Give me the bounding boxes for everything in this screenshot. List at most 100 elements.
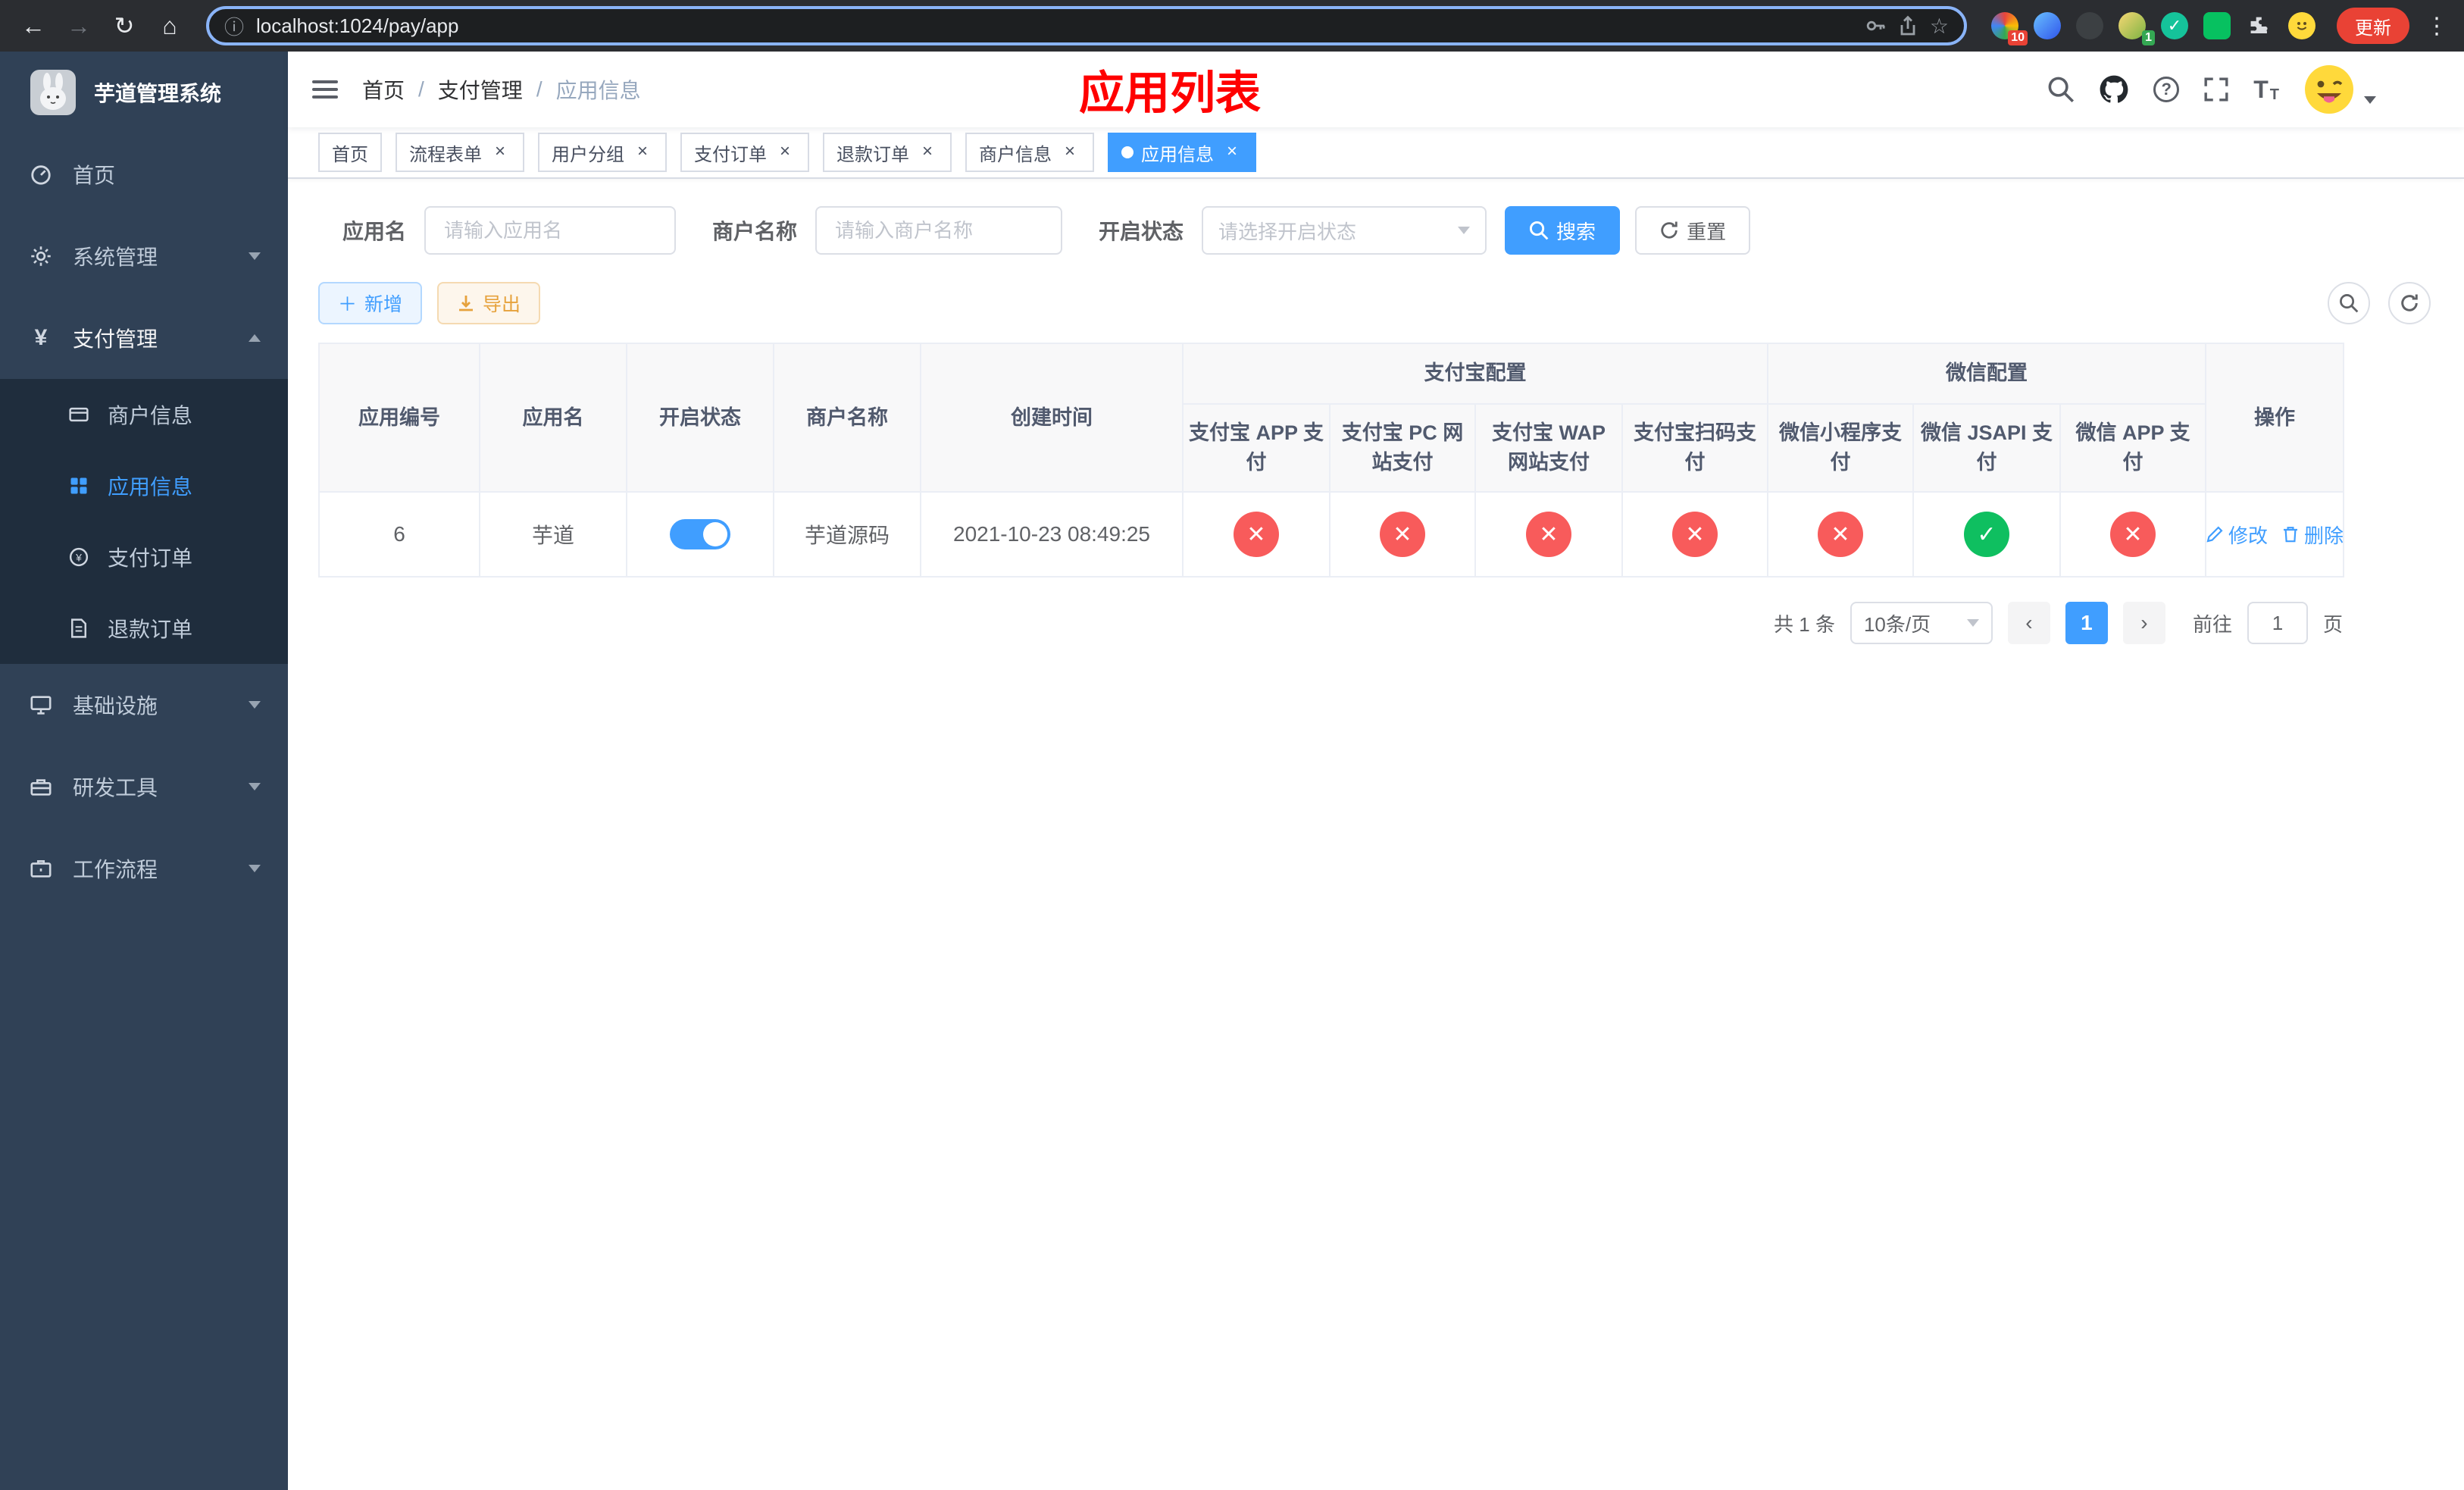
add-button[interactable]: ＋ 新增: [318, 282, 423, 324]
extension-icon-6[interactable]: [2203, 12, 2231, 39]
alipay-wap-status-icon: ✕: [1526, 512, 1571, 558]
breadcrumb-current: 应用信息: [555, 79, 641, 102]
chevron-down-icon: [249, 701, 261, 709]
sidebar: 芋道管理系统 首页 系统管理 ¥ 支付管理 商户信息 应用信息 ¥ 支付订单 退…: [0, 52, 288, 1490]
sidebar-item-payment-orders[interactable]: ¥ 支付订单: [0, 521, 288, 593]
page-unit-label: 页: [2322, 612, 2343, 636]
sidebar-item-payment[interactable]: ¥ 支付管理: [0, 297, 288, 379]
sidebar-item-home[interactable]: 首页: [0, 133, 288, 215]
app-enabled-toggle[interactable]: [670, 519, 730, 550]
close-icon[interactable]: ×: [1059, 142, 1080, 163]
search-icon: [2340, 294, 2359, 313]
merchant-name-input[interactable]: [815, 206, 1063, 255]
sidebar-menu: 首页 系统管理 ¥ 支付管理 商户信息 应用信息 ¥ 支付订单 退款订单 基础设…: [0, 133, 288, 909]
emoji-extension-icon[interactable]: [2288, 12, 2315, 39]
site-info-icon[interactable]: ⓘ: [224, 12, 244, 40]
sidebar-item-app-info[interactable]: 应用信息: [0, 450, 288, 521]
user-avatar[interactable]: [2303, 64, 2376, 115]
address-bar[interactable]: ⓘ localhost:1024/pay/app ☆: [206, 6, 1967, 45]
extension-icon-4[interactable]: 1: [2118, 12, 2155, 45]
app-logo-row[interactable]: 芋道管理系统: [0, 52, 288, 133]
extension-icon-3[interactable]: [2076, 12, 2103, 39]
coin-yen-icon: ¥: [67, 546, 91, 568]
col-app-name: 应用名: [479, 342, 627, 493]
delete-link[interactable]: 删除: [2281, 521, 2344, 549]
goto-page-input[interactable]: [2247, 602, 2308, 645]
col-alipay-pc: 支付宝 PC 网站支付: [1329, 402, 1476, 493]
sidebar-item-refund-orders[interactable]: 退款订单: [0, 593, 288, 664]
tab-user-group[interactable]: 用户分组 ×: [538, 133, 667, 172]
password-key-icon[interactable]: [1865, 15, 1886, 36]
fullscreen-icon[interactable]: [2203, 77, 2229, 102]
close-icon[interactable]: ×: [632, 142, 653, 163]
sidebar-item-dev-tools[interactable]: 研发工具: [0, 746, 288, 828]
page-size-select[interactable]: 10条/页: [1850, 602, 1993, 645]
col-alipay-wap: 支付宝 WAP 网站支付: [1474, 402, 1623, 493]
sidebar-item-infrastructure[interactable]: 基础设施: [0, 664, 288, 746]
status-select[interactable]: 请选择开启状态: [1202, 206, 1487, 255]
tab-app-info[interactable]: 应用信息 ×: [1108, 133, 1256, 172]
briefcase-icon: [27, 857, 55, 880]
toggle-search-button[interactable]: [2328, 282, 2370, 324]
forward-icon[interactable]: →: [58, 5, 100, 47]
close-icon[interactable]: ×: [1221, 142, 1243, 163]
refresh-icon: [2401, 294, 2418, 311]
alipay-app-status-icon: ✕: [1234, 512, 1279, 558]
chevron-up-icon: [249, 334, 261, 342]
reload-icon[interactable]: ↻: [103, 5, 145, 47]
tab-payment-orders[interactable]: 支付订单 ×: [680, 133, 809, 172]
extension-icon-2[interactable]: [2034, 12, 2061, 39]
help-icon[interactable]: ?: [2153, 77, 2180, 102]
trash-icon: [2284, 527, 2297, 543]
merchant-name-label: 商户名称: [712, 220, 798, 243]
app-logo: [30, 70, 76, 115]
browser-menu-icon[interactable]: ⋮: [2422, 13, 2452, 39]
breadcrumb-home[interactable]: 首页: [362, 74, 405, 105]
download-icon: [459, 296, 474, 311]
font-size-icon[interactable]: TT: [2253, 76, 2279, 104]
breadcrumb-payment[interactable]: 支付管理: [438, 74, 523, 105]
extension-icon-5[interactable]: ✓: [2161, 12, 2188, 39]
sidebar-item-label: 系统管理: [73, 246, 158, 269]
share-icon[interactable]: [1898, 15, 1918, 36]
home-icon[interactable]: ⌂: [149, 5, 191, 47]
edit-link[interactable]: 修改: [2206, 521, 2268, 549]
col-wechat-app: 微信 APP 支付: [2059, 402, 2206, 493]
close-icon[interactable]: ×: [489, 142, 511, 163]
extension-icon-1[interactable]: 10: [1991, 12, 2028, 45]
col-created: 创建时间: [920, 342, 1184, 493]
search-icon[interactable]: [2047, 76, 2075, 103]
next-page-button[interactable]: ›: [2122, 602, 2165, 645]
export-button[interactable]: 导出: [437, 282, 541, 324]
tab-home[interactable]: 首页: [318, 133, 382, 172]
col-merchant: 商户名称: [773, 342, 921, 493]
refresh-table-button[interactable]: [2388, 282, 2431, 324]
sidebar-item-merchant-info[interactable]: 商户信息: [0, 379, 288, 450]
reset-button[interactable]: 重置: [1635, 206, 1751, 255]
sidebar-item-system[interactable]: 系统管理: [0, 215, 288, 297]
cell-app-name: 芋道: [479, 491, 627, 578]
url-text[interactable]: localhost:1024/pay/app: [256, 14, 458, 38]
extension-badge: 1: [2142, 30, 2155, 45]
chevron-down-icon: [1966, 619, 1979, 628]
sidebar-item-label: 首页: [73, 164, 116, 187]
extensions-puzzle-icon[interactable]: [2246, 12, 2273, 39]
close-icon[interactable]: ×: [917, 142, 938, 163]
browser-update-button[interactable]: 更新: [2337, 8, 2409, 44]
tab-process-form[interactable]: 流程表单 ×: [396, 133, 524, 172]
close-icon[interactable]: ×: [774, 142, 796, 163]
page-title-annotation: 应用列表: [1079, 67, 1261, 119]
github-icon[interactable]: [2099, 74, 2129, 105]
prev-page-button[interactable]: ‹: [2007, 602, 2050, 645]
screen: ← → ↻ ⌂ ⓘ localhost:1024/pay/app ☆ 10 1: [0, 0, 2464, 1490]
sidebar-toggle-icon[interactable]: [288, 80, 362, 99]
bookmark-star-icon[interactable]: ☆: [1930, 14, 1949, 39]
app-name-input[interactable]: [424, 206, 677, 255]
sidebar-item-workflow[interactable]: 工作流程: [0, 828, 288, 909]
search-button[interactable]: 搜索: [1505, 206, 1621, 255]
page-1-button[interactable]: 1: [2065, 602, 2108, 645]
sidebar-item-label: 商户信息: [108, 404, 193, 427]
tab-merchant-info[interactable]: 商户信息 ×: [965, 133, 1094, 172]
back-icon[interactable]: ←: [12, 5, 55, 47]
tab-refund-orders[interactable]: 退款订单 ×: [823, 133, 952, 172]
